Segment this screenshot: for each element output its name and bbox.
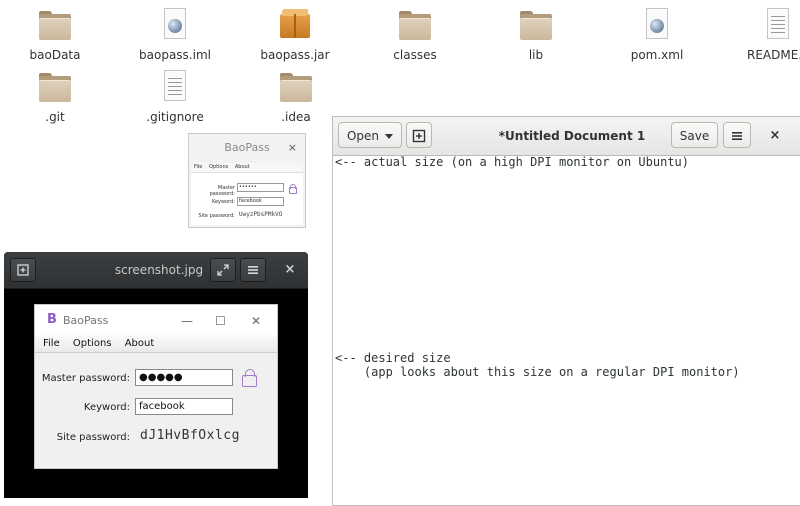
hamburger-icon [248,266,258,274]
minimize-button[interactable]: — [181,305,193,337]
keyword-field[interactable]: facebook [237,197,284,206]
menu-about[interactable]: About [235,164,250,170]
fullscreen-button[interactable] [210,258,236,282]
folder-icon [399,8,431,40]
jar-archive-icon [279,8,311,40]
fullscreen-icon [217,264,229,276]
menu-file[interactable]: File [43,338,60,349]
keyword-field[interactable]: facebook [135,398,233,415]
keyword-label: Keyword: [83,402,130,413]
save-button[interactable]: Save [671,122,718,148]
file-baopass-iml[interactable]: baopass.iml [120,8,230,62]
menu-options[interactable]: Options [209,164,228,170]
folder-icon [280,70,312,102]
file-lib[interactable]: lib [481,8,591,62]
site-password-label: Site password: [56,432,130,443]
text-line: <-- desired size [335,351,451,365]
close-button[interactable]: × [288,134,297,162]
xml-document-icon [159,8,191,40]
site-password-value: dJ1HvBfOxlcg [140,428,240,443]
text-line: <-- actual size (on a high DPI monitor o… [335,155,690,169]
close-button[interactable]: ✕ [251,305,261,337]
new-tab-icon [412,129,426,143]
site-password-label: Site password: [198,213,235,219]
file-label: README.m [747,48,800,62]
keyword-label: Keyword: [211,199,235,205]
viewer-menu-button[interactable] [240,258,266,282]
close-button[interactable]: × [765,117,785,155]
file-label: .git [45,110,65,124]
baopass-large-window: B BaoPass — ☐ ✕ File Options About Maste… [34,304,278,469]
site-password-value: UwyzPbsPMkVO [239,211,283,218]
file-baopass-jar[interactable]: baopass.jar [240,8,350,62]
text-document-icon [159,70,191,102]
text-document-icon [762,8,794,40]
text-editor-window: Open *Untitled Document 1 Save × <-- act… [332,116,800,506]
master-password-field[interactable]: ●●●●● [135,369,233,386]
baopass-small-window: BaoPass × File Options About Master pass… [188,133,306,228]
gallery-icon [17,264,29,276]
window-content: File Options About Master password: ••••… [191,163,303,225]
menu-bar: File Options About [35,335,277,353]
document-title: *Untitled Document 1 [498,129,646,143]
master-password-label: Master password: [41,373,130,384]
file-label: baoData [29,48,81,62]
master-password-label: Master password: [209,185,235,197]
chevron-down-icon [385,134,394,139]
menu-about[interactable]: About [125,338,155,349]
text-line: (app looks about this size on a regular … [335,365,740,379]
file-label: classes [393,48,437,62]
file-label: baopass.jar [260,48,330,62]
menu-button[interactable] [723,122,751,148]
file-classes[interactable]: classes [360,8,470,62]
file-label: lib [528,48,544,62]
open-label: Open [346,129,380,143]
viewer-header-bar: screenshot.jpg × [4,252,308,289]
window-title: BaoPass [63,314,109,327]
xml-document-icon [641,8,673,40]
gallery-button[interactable] [10,258,36,282]
hamburger-icon [732,132,742,140]
text-area[interactable]: <-- actual size (on a high DPI monitor o… [333,155,800,505]
master-password-field[interactable]: •••••• [237,183,284,192]
close-button[interactable]: × [282,252,298,288]
file-label: .gitignore [146,110,204,124]
maximize-button[interactable]: ☐ [215,305,226,337]
file-label: baopass.iml [139,48,211,62]
open-button[interactable]: Open [338,122,402,148]
header-bar: Open *Untitled Document 1 Save × [333,117,800,156]
file-gitignore[interactable]: .gitignore [120,70,230,124]
menu-file[interactable]: File [194,164,202,170]
folder-icon [39,70,71,102]
file-pom-xml[interactable]: pom.xml [602,8,712,62]
folder-icon [520,8,552,40]
lock-icon[interactable] [242,369,257,387]
menu-options[interactable]: Options [73,338,112,349]
file-readme[interactable]: README.m [720,8,800,62]
viewer-title: screenshot.jpg [114,263,204,277]
title-bar: B BaoPass — ☐ ✕ [35,305,277,335]
new-document-button[interactable] [406,122,432,148]
lock-icon[interactable] [289,184,297,194]
file-git[interactable]: .git [0,70,110,124]
menu-bar: File Options About [191,163,303,173]
folder-icon [39,8,71,40]
file-baodata[interactable]: baoData [0,8,110,62]
baopass-logo-icon: B [47,312,57,327]
file-label: pom.xml [630,48,684,62]
